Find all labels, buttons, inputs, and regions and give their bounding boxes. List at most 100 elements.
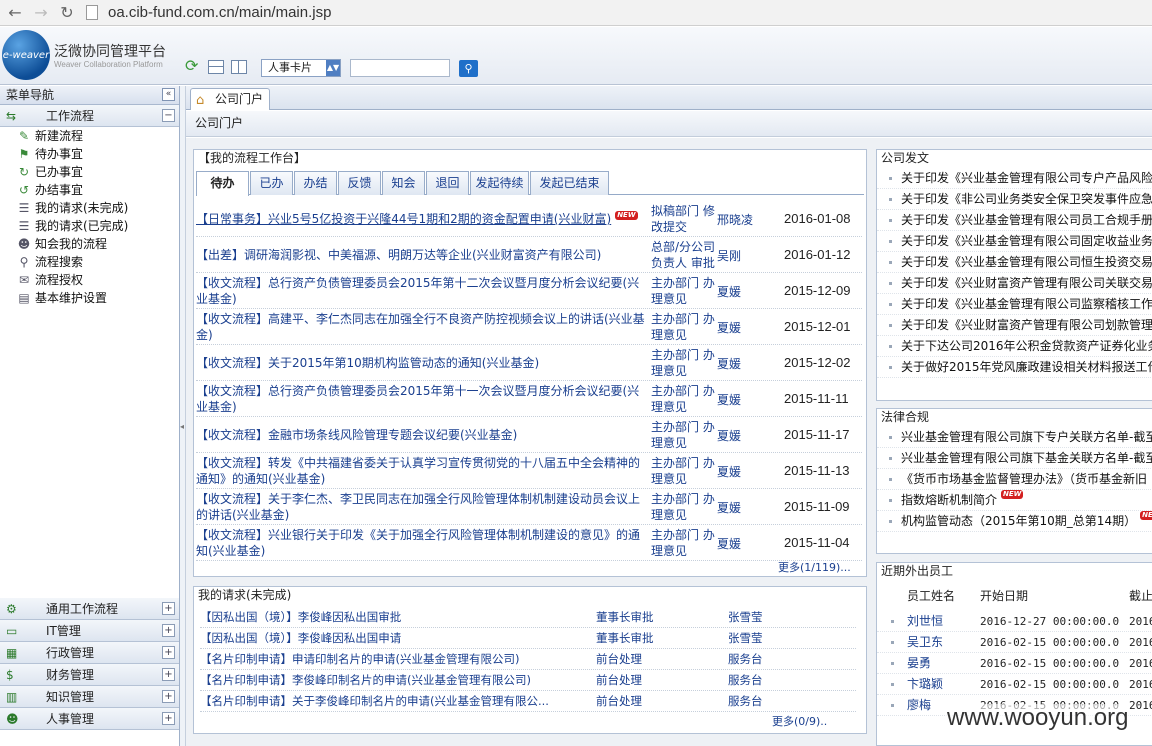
employee-name-link[interactable]: 卞璐颖 <box>907 674 943 695</box>
expand-group-button[interactable]: + <box>162 668 175 681</box>
search-icon: ⚲ <box>464 62 473 75</box>
collapse-button[interactable]: « <box>162 88 175 101</box>
law-list: 兴业基金管理有限公司旗下专户关联方名单-截至 兴业基金管理有限公司旗下基金关联方名… <box>877 427 1152 532</box>
workflow-tab[interactable]: 发起已结束 <box>530 171 609 195</box>
collapse-group-button[interactable]: − <box>162 109 175 122</box>
nav-group-label: 工作流程 <box>46 109 95 123</box>
workflow-panel-title: 【我的流程工作台】 <box>198 151 307 165</box>
nav-item[interactable]: ▤ 基本维护设置 <box>0 289 179 307</box>
splitter-arrow-icon[interactable]: ◂ <box>180 422 184 431</box>
law-item[interactable]: 《货币市场基金监督管理办法》（货币基金新旧 <box>877 469 1152 490</box>
nav-item-label: 基本维护设置 <box>35 291 108 305</box>
workflow-title: 【收文流程】金融市场条线风险管理专题会议纪要(兴业基金) <box>196 428 518 442</box>
request-title-link[interactable]: 【名片印制申请】申请印制名片的申请(兴业基金管理有限公司) <box>200 649 519 669</box>
law-item[interactable]: 兴业基金管理有限公司旗下专户关联方名单-截至 <box>877 427 1152 448</box>
layout-vertical-icon[interactable] <box>231 60 247 74</box>
leave-end: 2016 <box>1129 615 1152 628</box>
nav-item[interactable]: ↺ 办结事宜 <box>0 181 179 199</box>
nav-group[interactable]: $ 财务管理 + <box>0 664 179 686</box>
refresh-icon[interactable]: ⟳ <box>185 56 201 75</box>
workflow-tab[interactable]: 办结 <box>294 171 337 195</box>
notice-item[interactable]: 关于印发《兴业财富资产管理有限公司划款管理 <box>877 315 1152 336</box>
request-title-link[interactable]: 【因私出国（境）】李俊峰因私出国审批 <box>200 607 401 627</box>
leave-row: 刘世恒 2016-12-27 00:00:00.0 2016 <box>877 611 1152 632</box>
requests-more-link[interactable]: 更多(0/9).. <box>772 713 827 729</box>
back-icon[interactable]: ← <box>4 2 26 24</box>
workflow-title-link[interactable]: 【收文流程】关于2015年第10期机构监管动态的通知(兴业基金) <box>196 355 648 371</box>
leave-start: 2016-02-15 00:00:00.0 <box>980 657 1120 670</box>
workflow-date: 2015-12-02 <box>784 355 851 370</box>
notice-item[interactable]: 关于印发《兴业财富资产管理有限公司关联交易 <box>877 273 1152 294</box>
law-panel: 法律合规 兴业基金管理有限公司旗下专户关联方名单-截至 兴业基金管理有限公司旗下基… <box>876 408 1152 554</box>
law-item[interactable]: 机构监管动态（2015年第10期_总第14期）NEW <box>877 511 1152 532</box>
nav-item[interactable]: ⚑ 待办事宜 <box>0 145 179 163</box>
nav-item[interactable]: ✉ 流程授权 <box>0 271 179 289</box>
workflow-tab[interactable]: 待办 <box>196 171 249 196</box>
tab-label: 公司门户 <box>215 92 264 106</box>
workflow-title-link[interactable]: 【收文流程】总行资产负债管理委员会2015年第十一次会议暨月度分析会议纪要(兴业… <box>196 383 648 415</box>
nav-group[interactable]: ▭ IT管理 + <box>0 620 179 642</box>
workflow-title-link[interactable]: 【日常事务】兴业5号5亿投资于兴隆44号1期和2期的资金配置申请(兴业财富) NE… <box>196 211 648 227</box>
layout-horizontal-icon[interactable] <box>208 60 224 74</box>
notice-item[interactable]: 关于印发《兴业基金管理有限公司恒生投资交易 <box>877 252 1152 273</box>
workflow-title-link[interactable]: 【收文流程】金融市场条线风险管理专题会议纪要(兴业基金) <box>196 427 648 443</box>
notice-item[interactable]: 关于印发《非公司业务类安全保卫突发事件应急 <box>877 189 1152 210</box>
employee-name-link[interactable]: 晏勇 <box>907 653 931 674</box>
notice-item[interactable]: 关于做好2015年党风廉政建设相关材料报送工作 <box>877 357 1152 378</box>
law-item[interactable]: 兴业基金管理有限公司旗下基金关联方名单-截至 <box>877 448 1152 469</box>
law-item[interactable]: 指数熔断机制简介 NEW <box>877 490 1152 511</box>
employee-name-link[interactable]: 廖梅 <box>907 695 931 716</box>
nav-item[interactable]: ✎ 新建流程 <box>0 127 179 145</box>
employee-name-link[interactable]: 刘世恒 <box>907 611 943 632</box>
nav-group[interactable]: ☻ 人事管理 + <box>0 708 179 730</box>
nav-group[interactable]: ▦ 行政管理 + <box>0 642 179 664</box>
workflow-title-link[interactable]: 【收文流程】高建平、李仁杰同志在加强全行不良资产防控视频会议上的讲话(兴业基金) <box>196 311 648 343</box>
workflow-tab[interactable]: 退回 <box>426 171 469 195</box>
search-button[interactable]: ⚲ <box>459 60 478 77</box>
nav-item[interactable]: ☰ 我的请求(未完成) <box>0 199 179 217</box>
search-input[interactable] <box>350 59 450 77</box>
workflow-tab[interactable]: 发起待续 <box>470 171 529 195</box>
notice-item[interactable]: 关于下达公司2016年公积金贷款资产证券化业务 <box>877 336 1152 357</box>
expand-group-button[interactable]: + <box>162 646 175 659</box>
nav-group[interactable]: ▥ 知识管理 + <box>0 686 179 708</box>
workflow-title-link[interactable]: 【收文流程】兴业银行关于印发《关于加强全行风险管理体制机制建设的意见》的通知(兴… <box>196 527 648 559</box>
workflow-title-link[interactable]: 【收文流程】关于李仁杰、李卫民同志在加强全行风险管理体制机制建设动员会议上的讲话… <box>196 491 648 523</box>
workflow-tab[interactable]: 反馈 <box>338 171 381 195</box>
request-title-link[interactable]: 【名片印制申请】关于李俊峰印制名片的申请(兴业基金管理有限公... <box>200 691 549 711</box>
nav-item[interactable]: ☰ 我的请求(已完成) <box>0 217 179 235</box>
request-title-link[interactable]: 【名片印制申请】李俊峰印制名片的申请(兴业基金管理有限公司) <box>200 670 531 690</box>
law-item-text: 《货币市场基金监督管理办法》（货币基金新旧 <box>901 472 1148 486</box>
search-icon: ⚲ <box>19 255 29 269</box>
nav-item[interactable]: ☻ 知会我的流程 <box>0 235 179 253</box>
expand-group-button[interactable]: + <box>162 712 175 725</box>
request-node: 董事长审批 <box>596 610 654 624</box>
expand-group-button[interactable]: + <box>162 690 175 703</box>
tab-company-portal[interactable]: ⌂ 公司门户 <box>190 88 270 110</box>
workflow-more-link[interactable]: 更多(1/119)... <box>778 559 851 575</box>
notice-item[interactable]: 关于印发《兴业基金管理有限公司固定收益业务 <box>877 231 1152 252</box>
expand-group-button[interactable]: + <box>162 624 175 637</box>
nav-group-workflow[interactable]: ⇆ 工作流程 − <box>0 105 179 127</box>
nav-item[interactable]: ⚲ 流程搜索 <box>0 253 179 271</box>
todo-icon: ⚑ <box>18 147 30 161</box>
forward-icon[interactable]: → <box>30 2 52 24</box>
notice-item[interactable]: 关于印发《兴业基金管理有限公司监察稽核工作 <box>877 294 1152 315</box>
address-bar[interactable]: oa.cib-fund.com.cn/main/main.jsp <box>86 4 331 21</box>
workflow-title-link[interactable]: 【出差】调研海润影视、中美福源、明朗万达等企业(兴业财富资产有限公司) <box>196 247 648 263</box>
nav-item[interactable]: ↻ 已办事宜 <box>0 163 179 181</box>
workflow-tab[interactable]: 知会 <box>382 171 425 195</box>
nav-group-label: 人事管理 <box>46 712 95 726</box>
workflow-tab[interactable]: 已办 <box>250 171 293 195</box>
nav-group[interactable]: ⚙ 通用工作流程 + <box>0 598 179 620</box>
expand-group-button[interactable]: + <box>162 602 175 615</box>
reload-icon[interactable]: ↻ <box>56 2 78 24</box>
search-type-select[interactable]: 人事卡片 ▲▼ <box>261 59 341 77</box>
home-icon: ⌂ <box>196 93 205 108</box>
workflow-title-link[interactable]: 【收文流程】转发《中共福建省委关于认真学习宣传贯彻党的十八届五中全会精神的通知》… <box>196 455 648 487</box>
workflow-title-link[interactable]: 【收文流程】总行资产负债管理委员会2015年第十二次会议暨月度分析会议纪要(兴业… <box>196 275 648 307</box>
notice-item[interactable]: 关于印发《兴业基金管理有限公司员工合规手册 <box>877 210 1152 231</box>
notice-item[interactable]: 关于印发《兴业基金管理有限公司专户产品风险 <box>877 168 1152 189</box>
employee-name-link[interactable]: 吴卫东 <box>907 632 943 653</box>
request-title-link[interactable]: 【因私出国（境）】李俊峰因私出国申请 <box>200 628 401 648</box>
